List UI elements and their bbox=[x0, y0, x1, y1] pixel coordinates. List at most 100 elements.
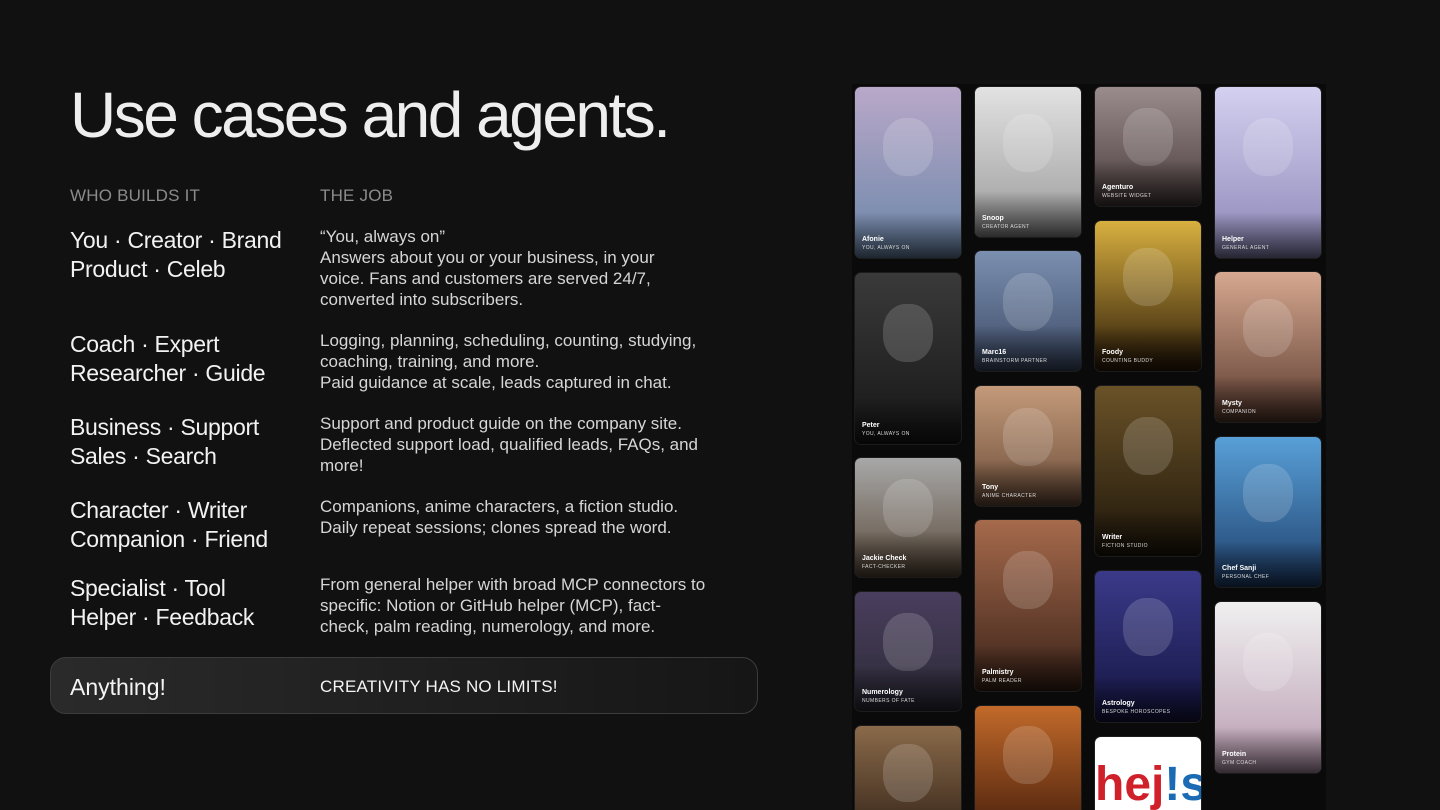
who-line: You · Creator · Brand bbox=[70, 227, 282, 253]
agent-name: Numerology bbox=[862, 689, 903, 696]
portrait-face-shape bbox=[1003, 272, 1053, 331]
column-header-who: WHO BUILDS IT bbox=[70, 186, 201, 205]
agent-card[interactable]: Foody COUNTING BUDDY bbox=[1095, 221, 1201, 371]
agent-name: Peter bbox=[862, 422, 880, 429]
anything-tagline: CREATIVITY HAS NO LIMITS! bbox=[320, 677, 558, 696]
agent-gallery: Afonie YOU, ALWAYS ON Peter YOU, ALWAYS ON J… bbox=[852, 84, 1326, 810]
who-line: Sales · Search bbox=[70, 443, 217, 469]
who-row-4: Character · Writer Companion · Friend bbox=[70, 496, 300, 554]
who-line: Coach · Expert bbox=[70, 331, 220, 357]
agent-card[interactable]: hej!s bbox=[1095, 737, 1201, 810]
job-line: voice. Fans and customers are served 24/… bbox=[320, 269, 651, 288]
job-row-1: “You, always on” Answers about you or yo… bbox=[320, 226, 750, 310]
portrait-face-shape bbox=[883, 613, 933, 672]
agent-card[interactable]: Palmistry PALM READER bbox=[975, 520, 1081, 691]
agent-role: PALM READER bbox=[982, 678, 1022, 684]
agent-card[interactable] bbox=[855, 726, 961, 810]
agent-role: CREATOR AGENT bbox=[982, 224, 1030, 230]
who-row-3: Business · Support Sales · Search bbox=[70, 413, 300, 471]
agent-card[interactable]: Mysty COMPANION bbox=[1215, 272, 1321, 422]
job-line: Deflected support load, qualified leads,… bbox=[320, 435, 699, 454]
agent-role: PERSONAL CHEF bbox=[1222, 574, 1270, 580]
job-line: Companions, anime characters, a fiction … bbox=[320, 497, 679, 516]
agent-card[interactable]: Astrology BESPOKE HOROSCOPES bbox=[1095, 571, 1201, 722]
agent-name: Foody bbox=[1102, 349, 1123, 356]
card-shade bbox=[1095, 510, 1201, 556]
who-line: Character · Writer bbox=[70, 497, 247, 523]
portrait-face-shape bbox=[1243, 464, 1293, 522]
card-shade bbox=[855, 531, 961, 577]
card-shade bbox=[975, 460, 1081, 506]
portrait-face-shape bbox=[883, 479, 933, 538]
job-line: Logging, planning, scheduling, counting,… bbox=[320, 331, 697, 350]
job-line: converted into subscribers. bbox=[320, 290, 524, 309]
card-shade bbox=[855, 665, 961, 711]
agent-role: ANIME CHARACTER bbox=[982, 493, 1037, 499]
agent-role: WEBSITE WIDGET bbox=[1102, 193, 1152, 199]
agent-role: BESPOKE HOROSCOPES bbox=[1102, 709, 1171, 715]
card-shade bbox=[855, 212, 961, 258]
agent-card[interactable]: Numerology NUMBERS OF FATE bbox=[855, 592, 961, 711]
agent-role: NUMBERS OF FATE bbox=[862, 698, 915, 704]
logo-glyph: ! bbox=[1164, 758, 1181, 810]
portrait-face-shape bbox=[883, 117, 933, 176]
logo-glyph: s bbox=[1180, 758, 1201, 810]
agent-card[interactable]: Tony ANIME CHARACTER bbox=[975, 386, 1081, 506]
anything-label: Anything! bbox=[70, 674, 166, 700]
who-row-1: You · Creator · Brand Product · Celeb bbox=[70, 226, 300, 284]
card-shade bbox=[975, 325, 1081, 371]
portrait-face-shape bbox=[1123, 248, 1173, 306]
agent-card[interactable]: Marc16 BRAINSTORM PARTNER bbox=[975, 251, 1081, 371]
who-row-2: Coach · Expert Researcher · Guide bbox=[70, 330, 300, 388]
portrait-face-shape bbox=[1123, 598, 1173, 657]
portrait-face-shape bbox=[883, 744, 933, 802]
job-row-2: Logging, planning, scheduling, counting,… bbox=[320, 330, 750, 393]
agent-name: Tony bbox=[982, 484, 999, 491]
agent-name: Snoop bbox=[982, 215, 1004, 222]
agent-role: FACT-CHECKER bbox=[862, 564, 906, 570]
agent-name: Helper bbox=[1222, 236, 1244, 243]
agent-name: Astrology bbox=[1102, 700, 1135, 707]
agent-name: Writer bbox=[1102, 534, 1123, 541]
who-line: Specialist · Tool bbox=[70, 575, 226, 601]
card-shade bbox=[1215, 727, 1321, 773]
agent-card[interactable]: Chef Sanji PERSONAL CHEF bbox=[1215, 437, 1321, 587]
agent-card[interactable]: Writer FICTION STUDIO bbox=[1095, 386, 1201, 556]
job-line: coaching, training, and more. bbox=[320, 352, 540, 371]
agent-card[interactable]: Peter YOU, ALWAYS ON bbox=[855, 273, 961, 444]
anything-row: Anything! CREATIVITY HAS NO LIMITS! bbox=[50, 657, 758, 714]
card-shade bbox=[975, 645, 1081, 691]
agent-role: YOU, ALWAYS ON bbox=[862, 431, 910, 437]
agent-card[interactable]: Afonie YOU, ALWAYS ON bbox=[855, 87, 961, 258]
agent-card[interactable]: Agenturo WEBSITE WIDGET bbox=[1095, 87, 1201, 206]
portrait-face-shape bbox=[1003, 114, 1053, 172]
portrait-face-shape bbox=[1243, 117, 1293, 176]
agent-name: Protein bbox=[1222, 751, 1247, 758]
card-shade bbox=[1215, 541, 1321, 587]
card-shade bbox=[975, 191, 1081, 237]
agent-name: Afonie bbox=[862, 236, 884, 243]
who-line: Business · Support bbox=[70, 414, 259, 440]
hej-logo: hej!s bbox=[1095, 755, 1201, 810]
who-line: Helper · Feedback bbox=[70, 604, 255, 630]
job-row-5: From general helper with broad MCP conne… bbox=[320, 574, 750, 637]
agent-card[interactable]: Jackie Check FACT-CHECKER bbox=[855, 458, 961, 577]
agent-card[interactable] bbox=[975, 706, 1081, 810]
agent-card[interactable]: Protein GYM COACH bbox=[1215, 602, 1321, 773]
agent-name: Jackie Check bbox=[862, 555, 907, 562]
job-line: Paid guidance at scale, leads captured i… bbox=[320, 373, 672, 392]
portrait-face-shape bbox=[1003, 550, 1053, 609]
who-line: Companion · Friend bbox=[70, 526, 268, 552]
agent-name: Mysty bbox=[1222, 400, 1242, 407]
who-line: Product · Celeb bbox=[70, 256, 226, 282]
who-line: Researcher · Guide bbox=[70, 360, 266, 386]
page-title: Use cases and agents. bbox=[70, 79, 671, 151]
job-line: specific: Notion or GitHub helper (MCP),… bbox=[320, 596, 662, 615]
agent-role: GYM COACH bbox=[1222, 760, 1257, 766]
agent-card[interactable]: Helper GENERAL AGENT bbox=[1215, 87, 1321, 258]
portrait-face-shape bbox=[1123, 416, 1173, 475]
agent-card[interactable]: Snoop CREATOR AGENT bbox=[975, 87, 1081, 237]
agent-role: GENERAL AGENT bbox=[1222, 245, 1270, 251]
job-row-3: Support and product guide on the company… bbox=[320, 413, 750, 476]
who-row-5: Specialist · Tool Helper · Feedback bbox=[70, 574, 300, 632]
